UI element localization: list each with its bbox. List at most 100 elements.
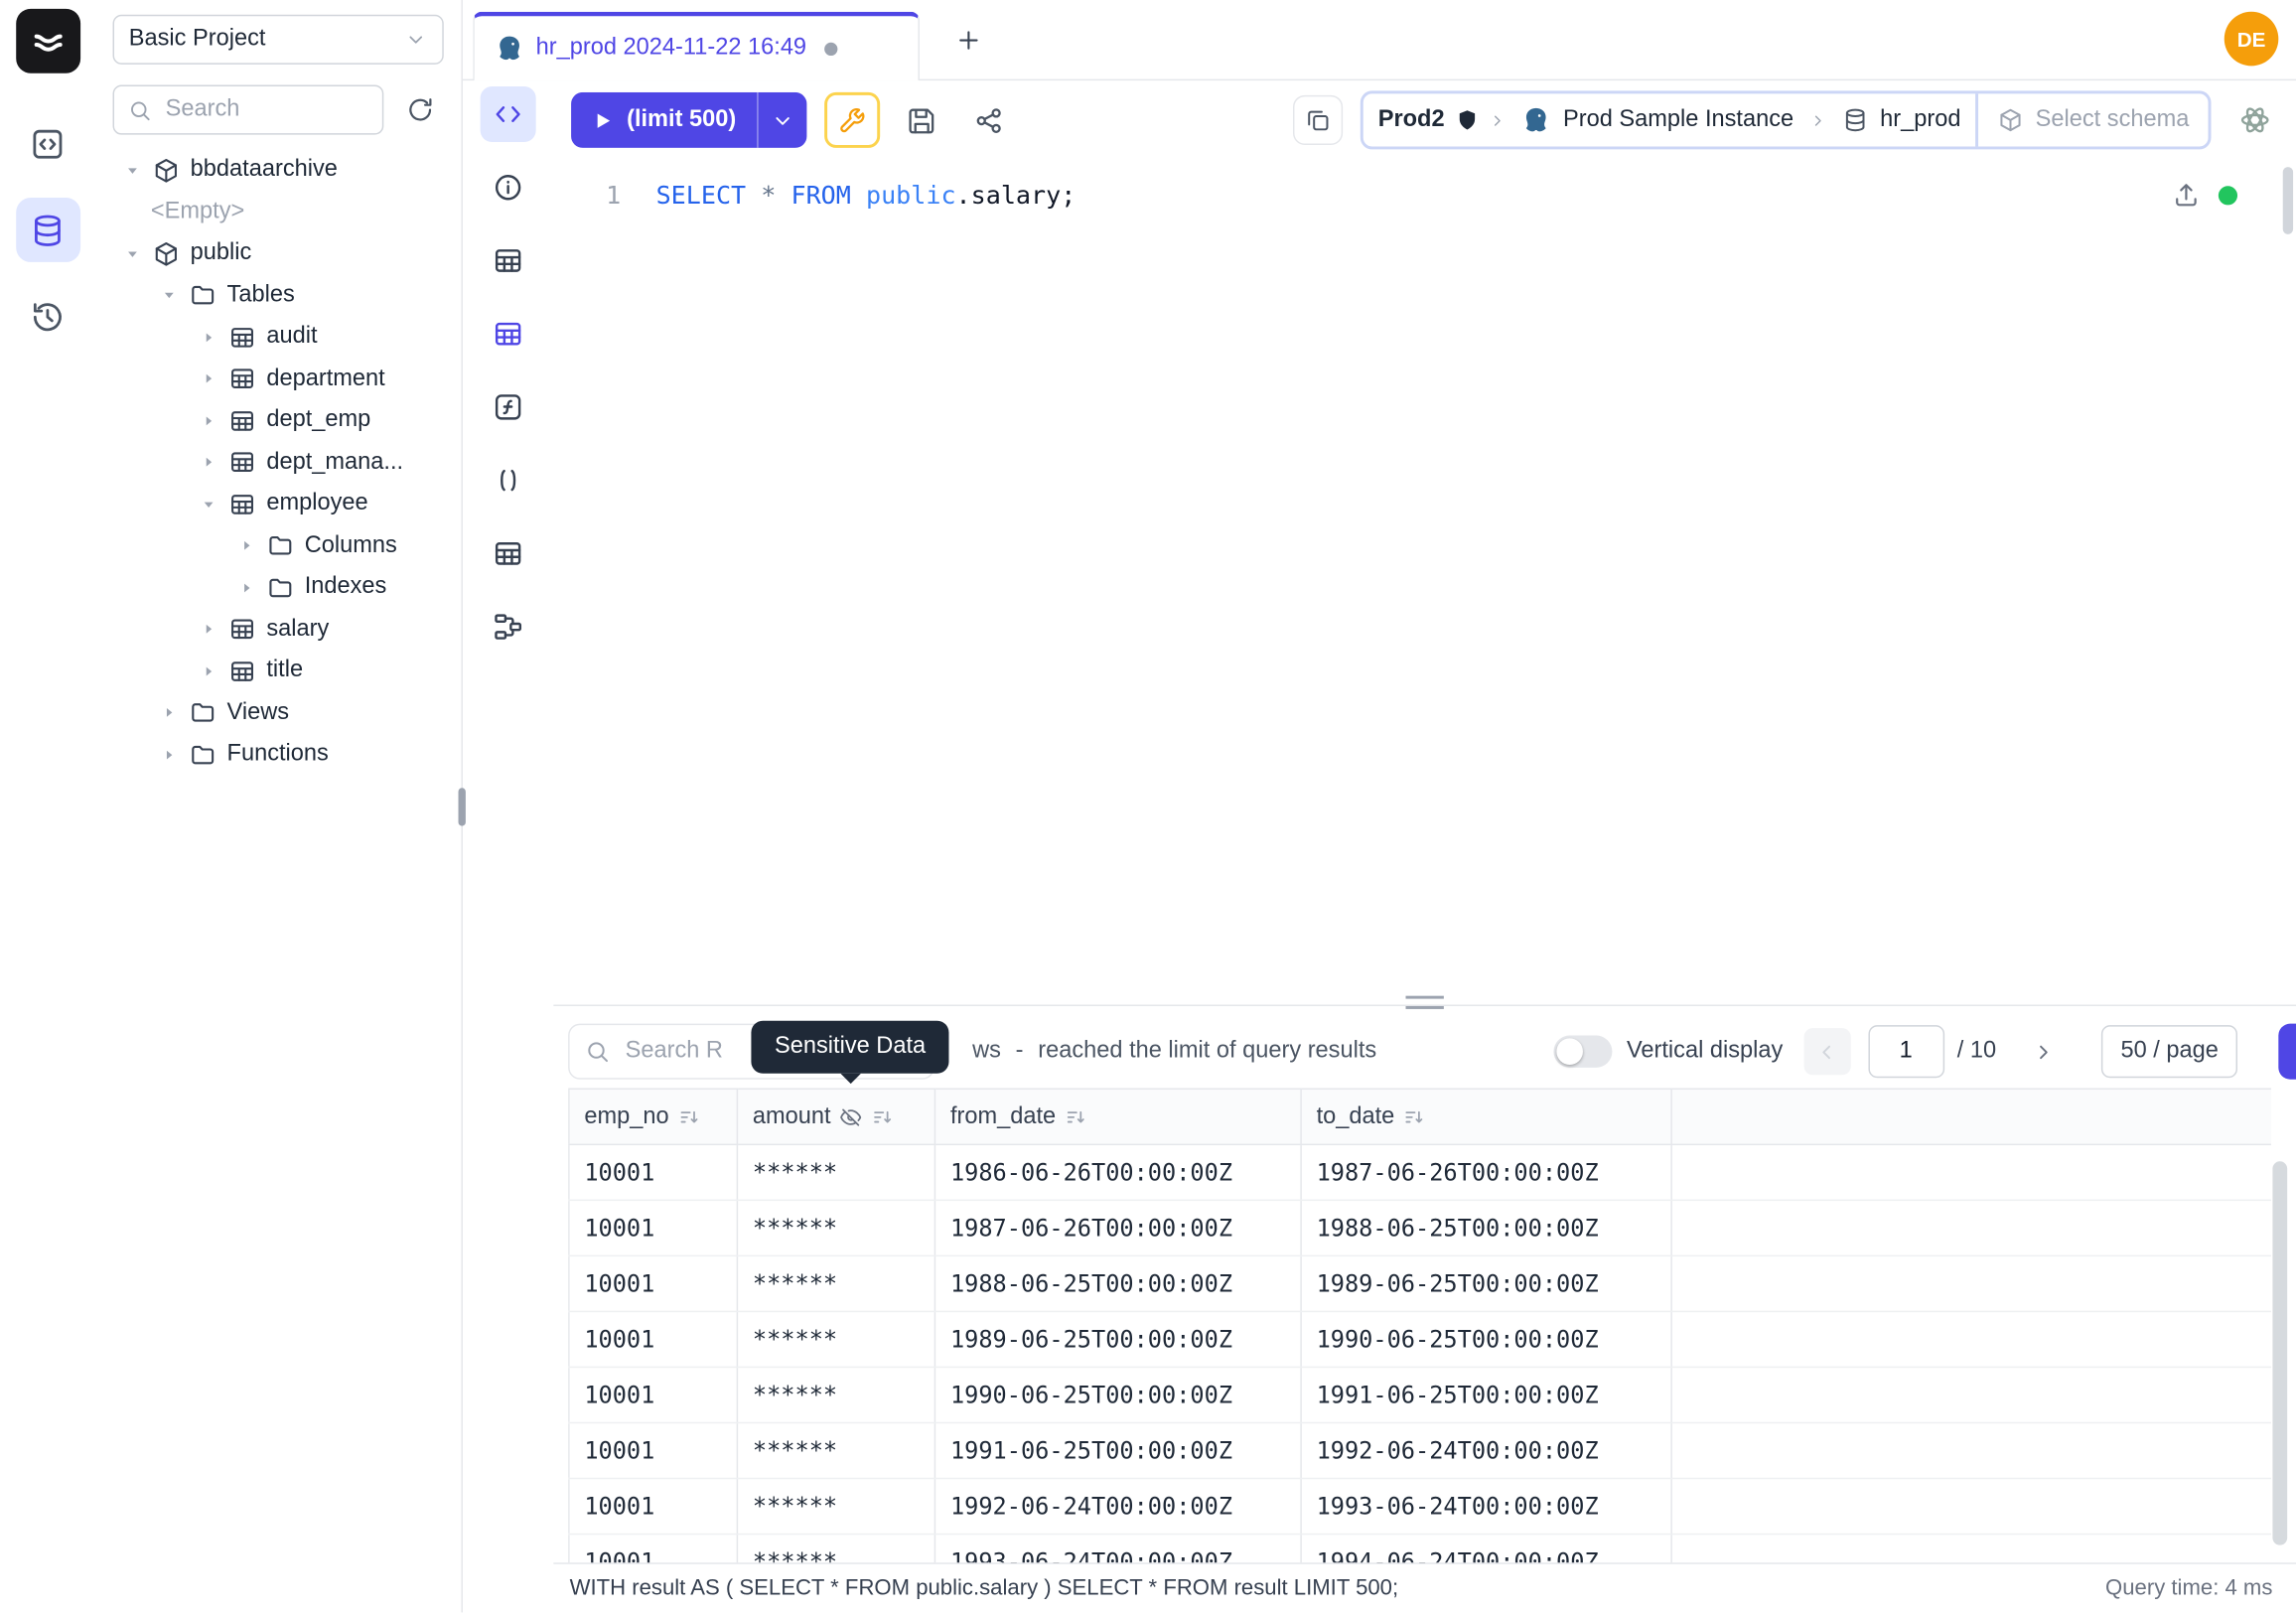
cell-from_date[interactable]: 1989-06-25T00:00:00Z (934, 1311, 1301, 1367)
tree-item-salary[interactable]: salary (113, 609, 444, 651)
procedures-panel-button[interactable] (481, 453, 536, 509)
tree-item-public[interactable]: public (113, 232, 444, 274)
next-page-button[interactable] (2020, 1028, 2067, 1075)
environment-badge[interactable]: Prod2 (1363, 107, 1489, 134)
cell-from_date[interactable]: 1991-06-25T00:00:00Z (934, 1422, 1301, 1478)
project-select[interactable]: Basic Project (113, 15, 444, 65)
cell-from_date[interactable]: 1990-06-25T00:00:00Z (934, 1367, 1301, 1422)
tree-item-audit[interactable]: audit (113, 316, 444, 358)
tree-item-employee[interactable]: employee (113, 484, 444, 525)
sort-icon[interactable] (872, 1105, 896, 1129)
save-button[interactable] (897, 95, 946, 145)
cell-emp_no[interactable]: 10001 (569, 1144, 738, 1200)
external-tables-panel-button[interactable] (481, 525, 536, 581)
caret-down-icon[interactable] (201, 496, 218, 512)
schema-diagram-button[interactable] (481, 599, 536, 655)
cell-emp_no[interactable]: 10001 (569, 1255, 738, 1311)
cell-to_date[interactable]: 1992-06-24T00:00:00Z (1301, 1422, 1671, 1478)
page-size-select[interactable]: 50 / page (2101, 1025, 2237, 1078)
cell-to_date[interactable]: 1990-06-25T00:00:00Z (1301, 1311, 1671, 1367)
column-header-amount[interactable]: amount (737, 1089, 934, 1144)
caret-right-icon[interactable] (201, 622, 218, 638)
caret-right-icon[interactable] (201, 370, 218, 386)
history-nav-button[interactable] (15, 284, 79, 349)
sheet-panel-button[interactable] (481, 306, 536, 362)
cell-to_date[interactable]: 1994-06-24T00:00:00Z (1301, 1535, 1671, 1563)
results-scrollbar[interactable] (2272, 1161, 2287, 1544)
cell-emp_no[interactable]: 10001 (569, 1311, 738, 1367)
cell-to_date[interactable]: 1989-06-25T00:00:00Z (1301, 1255, 1671, 1311)
share-button[interactable] (964, 95, 1014, 145)
caret-right-icon[interactable] (238, 538, 256, 554)
sort-icon[interactable] (1403, 1105, 1427, 1129)
tree-item-department[interactable]: department (113, 359, 444, 400)
tree-item-indexes[interactable]: Indexes (113, 567, 444, 609)
cell-emp_no[interactable]: 10001 (569, 1422, 738, 1478)
cell-amount[interactable]: ****** (737, 1200, 934, 1255)
worksheet-tab[interactable]: hr_prod 2024-11-22 16:49 (473, 12, 920, 80)
cell-to_date[interactable]: 1988-06-25T00:00:00Z (1301, 1200, 1671, 1255)
tree-item-views[interactable]: Views (113, 692, 444, 734)
caret-right-icon[interactable] (161, 705, 179, 721)
caret-right-icon[interactable] (201, 663, 218, 679)
sort-icon[interactable] (1065, 1105, 1088, 1129)
tree-item-title[interactable]: title (113, 651, 444, 692)
caret-right-icon[interactable] (201, 412, 218, 428)
format-sql-button[interactable] (1293, 95, 1343, 145)
column-header-to_date[interactable]: to_date (1301, 1089, 1671, 1144)
cell-amount[interactable]: ****** (737, 1535, 934, 1563)
caret-down-icon[interactable] (161, 287, 179, 303)
vertical-display-toggle[interactable] (1553, 1035, 1612, 1067)
column-header-emp_no[interactable]: emp_no (569, 1089, 738, 1144)
database-nav-button[interactable] (15, 198, 79, 262)
user-avatar[interactable]: DE (2224, 12, 2279, 67)
info-panel-button[interactable] (481, 160, 536, 216)
cell-to_date[interactable]: 1993-06-24T00:00:00Z (1301, 1479, 1671, 1535)
tree-item-tables[interactable]: Tables (113, 274, 444, 316)
tree-item-bbdataarchive[interactable]: bbdataarchive (113, 149, 444, 191)
cell-to_date[interactable]: 1991-06-25T00:00:00Z (1301, 1367, 1671, 1422)
caret-down-icon[interactable] (124, 162, 142, 178)
sort-icon[interactable] (677, 1105, 701, 1129)
cell-emp_no[interactable]: 10001 (569, 1367, 738, 1422)
upload-icon[interactable] (2172, 180, 2201, 209)
caret-right-icon[interactable] (238, 580, 256, 596)
cell-emp_no[interactable]: 10001 (569, 1200, 738, 1255)
cell-from_date[interactable]: 1987-06-26T00:00:00Z (934, 1200, 1301, 1255)
caret-right-icon[interactable] (201, 329, 218, 345)
admin-mode-button[interactable] (824, 92, 880, 148)
cell-from_date[interactable]: 1988-06-25T00:00:00Z (934, 1255, 1301, 1311)
instance-crumb[interactable]: Prod Sample Instance (1507, 105, 1808, 134)
column-header-from_date[interactable]: from_date (934, 1089, 1301, 1144)
cell-amount[interactable]: ****** (737, 1367, 934, 1422)
tree-item-dept-emp[interactable]: dept_emp (113, 400, 444, 442)
sidebar-resize-handle[interactable] (459, 788, 466, 825)
cell-to_date[interactable]: 1987-06-26T00:00:00Z (1301, 1144, 1671, 1200)
cell-amount[interactable]: ****** (737, 1422, 934, 1478)
tables-panel-button[interactable] (481, 232, 536, 288)
export-button-partial[interactable] (2278, 1024, 2296, 1080)
functions-panel-button[interactable] (481, 379, 536, 435)
select-schema-button[interactable]: Select schema (1975, 93, 2208, 146)
run-query-button[interactable]: (limit 500) (571, 92, 757, 148)
cell-amount[interactable]: ****** (737, 1311, 934, 1367)
tree-item-columns[interactable]: Columns (113, 525, 444, 567)
run-options-button[interactable] (757, 92, 806, 148)
cell-emp_no[interactable]: 10001 (569, 1535, 738, 1563)
cell-from_date[interactable]: 1986-06-26T00:00:00Z (934, 1144, 1301, 1200)
ai-assistant-button[interactable] (2228, 93, 2281, 146)
caret-right-icon[interactable] (201, 454, 218, 470)
panel-resize-divider[interactable] (553, 991, 2296, 1015)
page-number-input[interactable] (1868, 1025, 1944, 1078)
sql-editor-nav-button[interactable] (15, 111, 79, 176)
prev-page-button[interactable] (1803, 1028, 1850, 1075)
editor-scrollbar[interactable] (2283, 167, 2293, 234)
cell-amount[interactable]: ****** (737, 1479, 934, 1535)
caret-right-icon[interactable] (161, 747, 179, 763)
database-crumb[interactable]: hr_prod (1827, 107, 1975, 134)
cell-from_date[interactable]: 1993-06-24T00:00:00Z (934, 1535, 1301, 1563)
cell-from_date[interactable]: 1992-06-24T00:00:00Z (934, 1479, 1301, 1535)
tree-item-functions[interactable]: Functions (113, 734, 444, 776)
tree-item-dept-mana[interactable]: dept_mana... (113, 442, 444, 484)
bytebase-logo[interactable] (15, 9, 79, 73)
